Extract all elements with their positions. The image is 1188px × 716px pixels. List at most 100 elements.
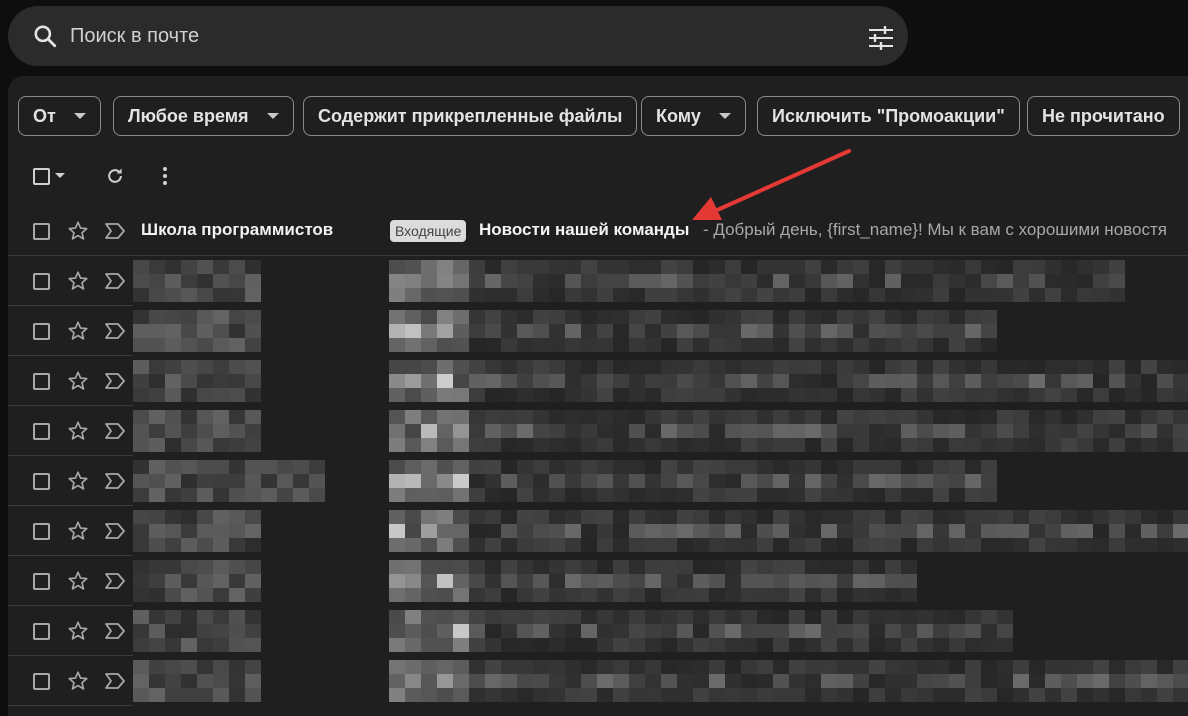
- row-checkbox[interactable]: [28, 318, 54, 344]
- search-options-icon[interactable]: [866, 26, 896, 50]
- chip-label: От: [33, 105, 56, 126]
- email-row[interactable]: Школа программистов Входящие Новости наш…: [8, 206, 1188, 256]
- email-row[interactable]: [8, 406, 1188, 456]
- importance-icon: [105, 223, 125, 239]
- star-button[interactable]: [65, 468, 91, 494]
- row-checkbox[interactable]: [28, 268, 54, 294]
- row-checkbox[interactable]: [28, 418, 54, 444]
- caret-down-icon: [55, 173, 65, 178]
- chip-unread[interactable]: Не прочитано: [1027, 96, 1180, 136]
- importance-icon: [105, 423, 125, 439]
- importance-icon: [105, 523, 125, 539]
- star-button[interactable]: [65, 318, 91, 344]
- caret-down-icon: [266, 113, 279, 119]
- importance-icon: [105, 323, 125, 339]
- email-row[interactable]: [8, 256, 1188, 306]
- importance-button[interactable]: [102, 518, 128, 544]
- checkbox-icon: [32, 672, 50, 690]
- row-divider: [8, 705, 133, 706]
- chip-any-time[interactable]: Любое время: [113, 96, 294, 136]
- importance-button[interactable]: [102, 618, 128, 644]
- importance-icon: [105, 573, 125, 589]
- star-icon: [68, 671, 88, 690]
- star-icon: [68, 571, 88, 590]
- star-button[interactable]: [65, 618, 91, 644]
- email-sender: Школа программистов: [141, 220, 334, 239]
- star-button[interactable]: [65, 218, 91, 244]
- refresh-icon: [108, 168, 122, 183]
- chip-label: Не прочитано: [1042, 105, 1165, 126]
- chip-to[interactable]: Кому: [641, 96, 746, 136]
- importance-button[interactable]: [102, 368, 128, 394]
- importance-icon: [105, 623, 125, 639]
- search-icon[interactable]: [32, 23, 58, 49]
- email-row[interactable]: [8, 556, 1188, 606]
- email-row[interactable]: [8, 306, 1188, 356]
- importance-button[interactable]: [102, 568, 128, 594]
- importance-button[interactable]: [102, 268, 128, 294]
- star-button[interactable]: [65, 668, 91, 694]
- email-subject: Новости нашей команды: [479, 220, 690, 239]
- row-checkbox[interactable]: [28, 518, 54, 544]
- caret-down-icon: [718, 113, 731, 119]
- star-icon: [68, 321, 88, 340]
- star-icon: [68, 421, 88, 440]
- chip-from[interactable]: От: [18, 96, 101, 136]
- chip-has-attachment[interactable]: Содержит прикрепленные файлы: [303, 96, 638, 136]
- star-button[interactable]: [65, 568, 91, 594]
- row-checkbox[interactable]: [28, 468, 54, 494]
- importance-icon: [105, 373, 125, 389]
- importance-button[interactable]: [102, 668, 128, 694]
- row-checkbox[interactable]: [28, 618, 54, 644]
- search-input[interactable]: [70, 20, 830, 52]
- row-checkbox[interactable]: [28, 568, 54, 594]
- more-button[interactable]: [150, 156, 180, 196]
- importance-icon: [105, 473, 125, 489]
- caret-down-icon: [73, 113, 86, 119]
- chip-label: Исключить "Промоакции": [772, 105, 1005, 126]
- checkbox-icon: [32, 422, 50, 440]
- checkbox-icon: [32, 522, 50, 540]
- inbox-label-badge[interactable]: Входящие: [390, 220, 467, 242]
- list-toolbar: [8, 156, 308, 196]
- row-checkbox[interactable]: [28, 368, 54, 394]
- star-icon: [68, 271, 88, 290]
- importance-button[interactable]: [102, 218, 128, 244]
- star-icon: [68, 471, 88, 490]
- importance-icon: [105, 273, 125, 289]
- star-button[interactable]: [65, 268, 91, 294]
- email-row[interactable]: [8, 506, 1188, 556]
- row-checkbox[interactable]: [28, 668, 54, 694]
- email-row[interactable]: [8, 356, 1188, 406]
- importance-button[interactable]: [102, 418, 128, 444]
- checkbox-icon: [32, 572, 50, 590]
- star-icon: [68, 521, 88, 540]
- star-button[interactable]: [65, 518, 91, 544]
- star-button[interactable]: [65, 418, 91, 444]
- email-row[interactable]: [8, 606, 1188, 656]
- refresh-button[interactable]: [100, 156, 130, 196]
- importance-button[interactable]: [102, 318, 128, 344]
- email-row[interactable]: [8, 456, 1188, 506]
- star-icon: [68, 621, 88, 640]
- checkbox-icon: [32, 272, 50, 290]
- email-row[interactable]: [8, 656, 1188, 706]
- checkbox-icon: [32, 472, 50, 490]
- checkbox-icon: [32, 322, 50, 340]
- row-checkbox[interactable]: [28, 218, 54, 244]
- more-vert-icon: [163, 167, 167, 185]
- select-menu-button[interactable]: [50, 156, 70, 196]
- checkbox-icon: [32, 622, 50, 640]
- search-bar[interactable]: [8, 6, 908, 66]
- checkbox-icon: [32, 372, 50, 390]
- email-snippet: - Добрый день, {first_name}! Мы к вам с …: [703, 220, 1167, 239]
- checkbox-icon: [32, 167, 50, 185]
- importance-button[interactable]: [102, 468, 128, 494]
- checkbox-icon: [32, 222, 50, 240]
- chip-label: Кому: [656, 105, 701, 126]
- importance-icon: [105, 673, 125, 689]
- star-icon: [68, 371, 88, 390]
- star-icon: [68, 221, 88, 240]
- star-button[interactable]: [65, 368, 91, 394]
- chip-exclude-promotions[interactable]: Исключить "Промоакции": [757, 96, 1020, 136]
